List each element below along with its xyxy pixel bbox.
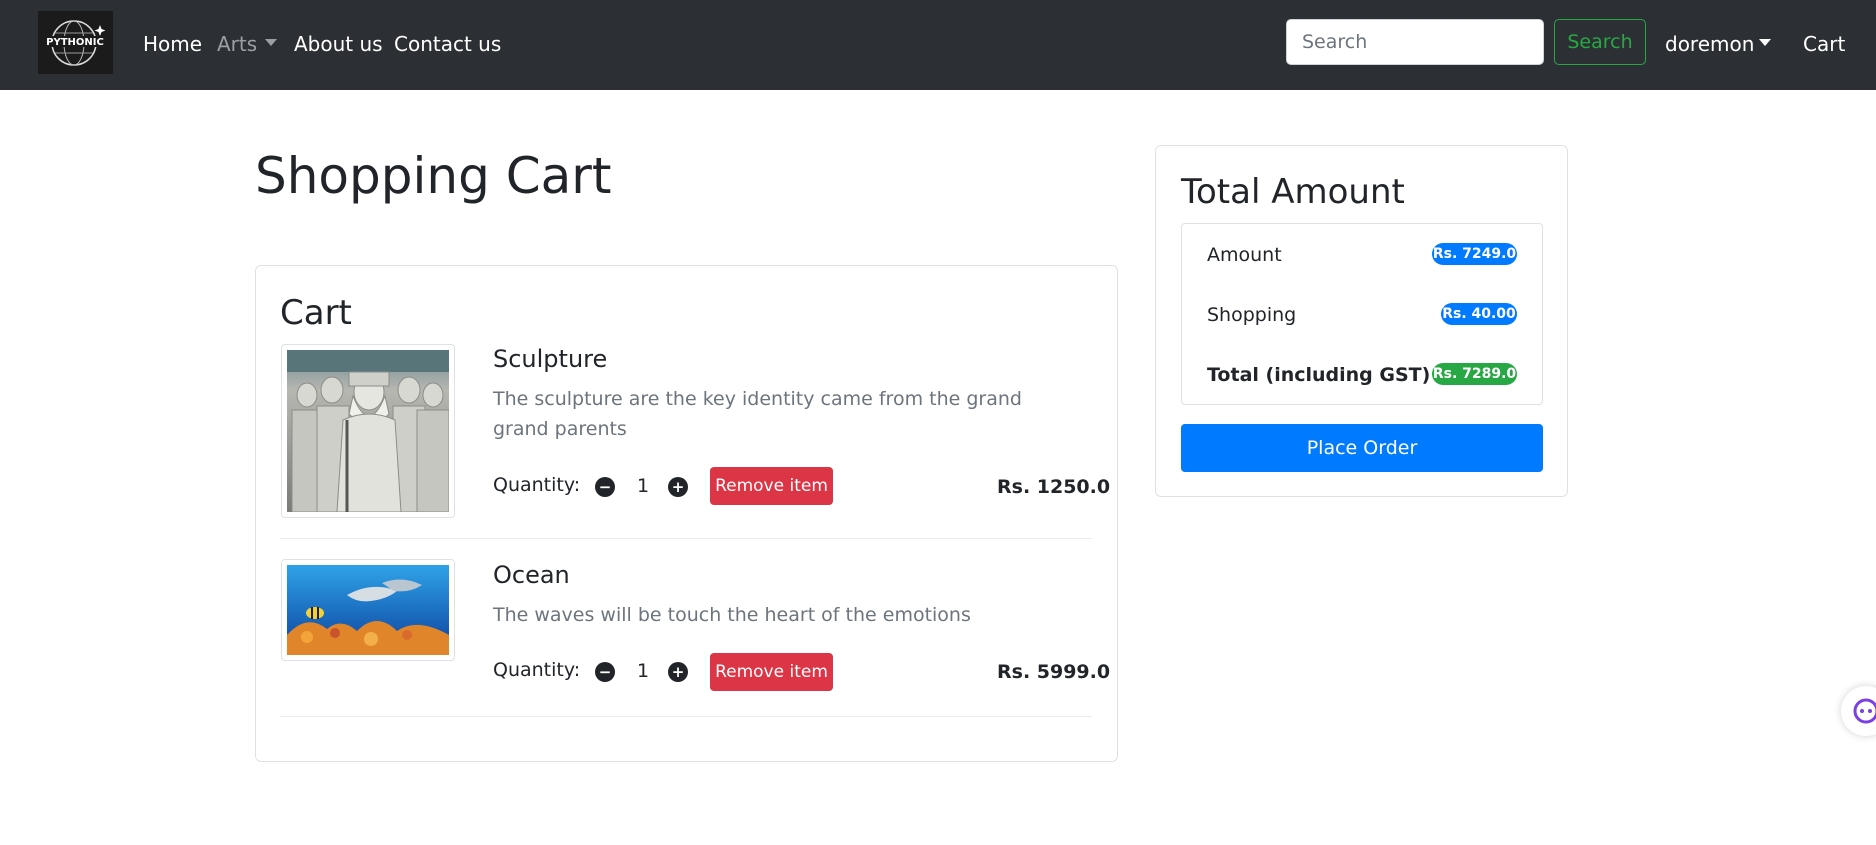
nav-arts-label: Arts	[217, 32, 258, 56]
decrease-quantity-button[interactable]: −	[595, 662, 615, 682]
quantity-value: 1	[637, 475, 650, 497]
search-input[interactable]	[1286, 19, 1544, 65]
cart-item-name: Ocean	[493, 561, 570, 589]
cart-item-thumbnail	[281, 344, 455, 518]
user-menu-dropdown[interactable]: doremon	[1665, 30, 1772, 58]
chevron-down-icon	[1759, 39, 1772, 46]
nav-about-link[interactable]: About us	[294, 30, 383, 58]
place-order-button[interactable]: Place Order	[1181, 424, 1543, 472]
cart-item-price: Rs. 1250.0	[997, 476, 1111, 498]
plus-icon: +	[671, 662, 685, 681]
amount-label: Amount	[1207, 244, 1282, 266]
chat-icon	[1853, 698, 1876, 724]
page-title: Shopping Cart	[255, 147, 612, 205]
quantity-label: Quantity:	[493, 659, 581, 681]
cart-item-name: Sculpture	[493, 345, 608, 373]
minus-icon: −	[598, 477, 612, 496]
remove-item-button[interactable]: Remove item	[710, 653, 833, 691]
brand-logo[interactable]: PYTHONIC	[38, 11, 113, 74]
nav-home-link[interactable]: Home	[143, 30, 202, 58]
sculpture-image	[287, 350, 450, 513]
amount-badge: Rs. 7249.0	[1432, 243, 1517, 265]
item-divider	[280, 716, 1092, 717]
total-label: Total (including GST)	[1207, 364, 1431, 386]
remove-item-button[interactable]: Remove item	[710, 467, 833, 505]
plus-icon: +	[671, 477, 685, 496]
minus-icon: −	[598, 662, 612, 681]
user-menu-label: doremon	[1665, 32, 1755, 56]
cart-heading: Cart	[280, 293, 352, 333]
quantity-label: Quantity:	[493, 474, 581, 496]
cart-item-description: The sculpture are the key identity came …	[493, 388, 1022, 440]
shipping-badge: Rs. 40.00	[1441, 303, 1517, 325]
brand-logo-text: PYTHONIC	[46, 37, 104, 48]
chevron-down-icon	[265, 39, 278, 46]
decrease-quantity-button[interactable]: −	[595, 477, 615, 497]
nav-arts-dropdown[interactable]: Arts	[217, 30, 278, 58]
item-divider	[280, 538, 1092, 539]
total-amount-heading: Total Amount	[1181, 172, 1405, 212]
nav-contact-link[interactable]: Contact us	[394, 30, 501, 58]
total-badge: Rs. 7289.0	[1432, 363, 1517, 385]
increase-quantity-button[interactable]: +	[668, 662, 688, 682]
cart-item-description: The waves will be touch the heart of the…	[493, 604, 971, 626]
search-button[interactable]: Search	[1554, 19, 1646, 65]
quantity-value: 1	[637, 660, 650, 682]
shipping-label: Shopping	[1207, 304, 1297, 326]
ocean-image	[287, 565, 449, 655]
increase-quantity-button[interactable]: +	[668, 477, 688, 497]
nav-cart-link[interactable]: Cart	[1803, 30, 1845, 58]
cart-item-thumbnail	[281, 559, 455, 661]
chat-widget-button[interactable]	[1841, 686, 1876, 736]
globe-logo-icon: PYTHONIC	[44, 20, 106, 66]
cart-item-price: Rs. 5999.0	[997, 661, 1111, 683]
top-navbar: PYTHONIC Home Arts About us Contact us S…	[0, 0, 1876, 90]
